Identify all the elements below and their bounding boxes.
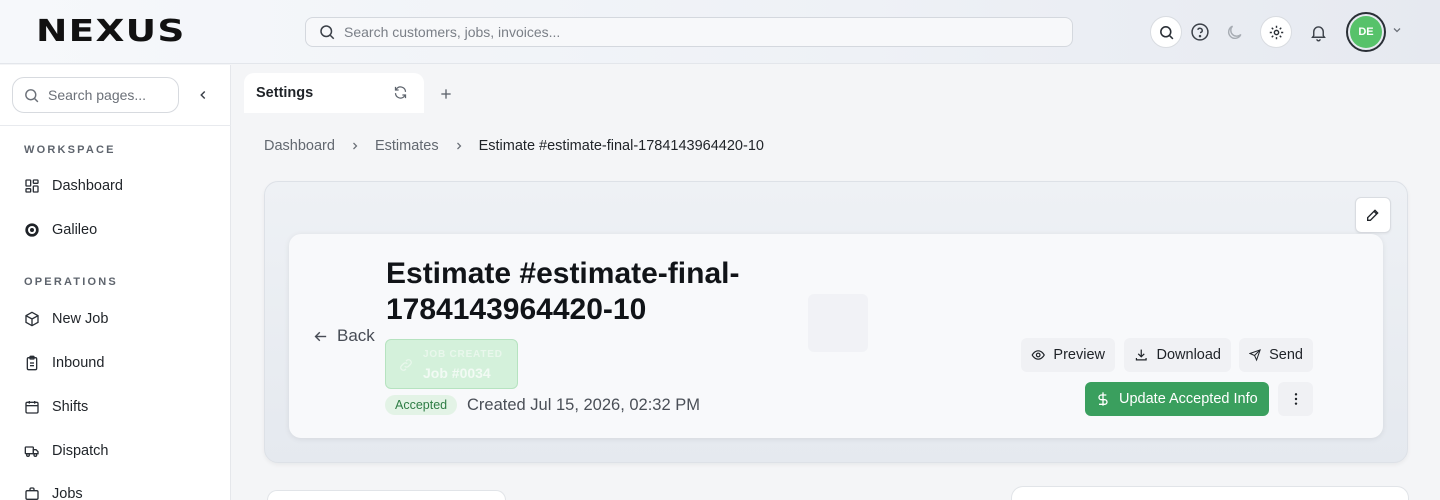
truck-icon	[24, 443, 40, 459]
avatar: DE	[1350, 16, 1382, 48]
clipboard-icon	[24, 355, 40, 371]
top-bar: NEXUS DE	[0, 0, 1440, 64]
theme-toggle-button[interactable]	[1218, 16, 1250, 48]
back-label: Back	[337, 326, 375, 345]
more-options-button[interactable]	[1278, 382, 1313, 416]
sidebar-item-galileo[interactable]: Galileo	[24, 218, 97, 242]
plus-icon[interactable]	[438, 86, 454, 102]
sidebar-item-label: Galileo	[52, 222, 98, 238]
chevron-left-icon	[200, 90, 206, 100]
breadcrumb-estimates[interactable]: Estimates	[375, 138, 439, 154]
created-timestamp: Created Jul 15, 2026, 02:32 PM	[467, 396, 700, 414]
more-vertical-icon	[1294, 393, 1297, 405]
arrow-left-icon	[314, 331, 327, 341]
status-badge: Accepted	[385, 395, 458, 415]
collapse-sidebar-button[interactable]	[193, 85, 213, 105]
help-icon	[1191, 23, 1209, 41]
breadcrumb: Dashboard Estimates Estimate #estimate-f…	[264, 138, 764, 154]
breadcrumb-current: Estimate #estimate-final-1784143964420-1…	[478, 138, 764, 154]
search-icon	[25, 88, 39, 102]
moon-icon	[1227, 25, 1241, 39]
send-label: Send	[1269, 347, 1303, 363]
sidebar-item-dispatch[interactable]: Dispatch	[24, 439, 108, 463]
chevron-right-icon	[453, 140, 465, 152]
preview-label: Preview	[1053, 347, 1105, 363]
sidebar-item-label: Shifts	[52, 399, 89, 415]
update-accepted-info-button[interactable]: Update Accepted Info	[1085, 382, 1269, 416]
nexus-logo[interactable]: NEXUS	[36, 14, 186, 49]
job-badge-label: JOB CREATED	[423, 349, 503, 360]
sidebar-item-inbound[interactable]: Inbound	[24, 351, 104, 375]
help-button[interactable]	[1184, 16, 1216, 48]
sidebar-divider	[0, 125, 231, 126]
calendar-icon	[24, 399, 40, 415]
bell-icon	[1310, 25, 1326, 41]
box-icon	[24, 311, 40, 327]
sidebar-search-input[interactable]	[48, 87, 168, 103]
details-tab-card[interactable]	[267, 490, 506, 500]
sidebar-item-jobs[interactable]: Jobs	[24, 482, 83, 500]
download-button[interactable]: Download	[1124, 338, 1231, 372]
download-icon	[1135, 349, 1147, 361]
download-label: Download	[1156, 347, 1222, 363]
chevron-right-icon	[349, 140, 361, 152]
breadcrumb-dashboard[interactable]: Dashboard	[264, 138, 335, 154]
page-title: Estimate #estimate-final-1784143964420-1…	[386, 257, 740, 326]
dollar-icon	[1098, 392, 1108, 406]
placeholder-image	[808, 294, 868, 352]
sidebar-item-label: New Job	[52, 311, 109, 327]
header-actions	[1150, 16, 1334, 48]
sidebar-item-dashboard[interactable]: Dashboard	[24, 174, 123, 198]
refresh-icon[interactable]	[393, 85, 408, 100]
eye-icon	[1031, 350, 1045, 360]
preview-button[interactable]: Preview	[1021, 338, 1115, 372]
search-icon	[1159, 25, 1173, 39]
section-label-operations: OPERATIONS	[24, 276, 118, 288]
search-button[interactable]	[1150, 16, 1182, 48]
user-avatar-button[interactable]: DE	[1346, 12, 1386, 52]
pencil-icon	[1367, 209, 1379, 221]
target-icon	[24, 222, 40, 238]
tab-settings[interactable]: Settings	[244, 73, 424, 113]
sidebar-item-new-job[interactable]: New Job	[24, 307, 108, 331]
search-icon	[320, 25, 335, 40]
sidebar-item-label: Dispatch	[52, 443, 109, 459]
link-icon	[400, 359, 412, 371]
edit-button[interactable]	[1355, 197, 1391, 233]
section-label-workspace: WORKSPACE	[24, 144, 116, 156]
settings-button[interactable]	[1260, 16, 1292, 48]
send-button[interactable]: Send	[1239, 338, 1313, 372]
global-search-input[interactable]	[344, 24, 1024, 40]
update-accepted-info-label: Update Accepted Info	[1119, 391, 1258, 407]
sidebar-item-shifts[interactable]: Shifts	[24, 395, 88, 419]
global-search[interactable]	[305, 17, 1073, 47]
gear-icon	[1269, 25, 1283, 39]
sidebar-item-label: Jobs	[52, 486, 83, 500]
job-created-badge[interactable]: JOB CREATED Job #0034	[385, 339, 518, 389]
sidebar-search[interactable]	[12, 77, 179, 113]
chevron-down-icon[interactable]	[1391, 24, 1403, 36]
grid-icon	[24, 178, 40, 194]
notifications-button[interactable]	[1302, 16, 1334, 48]
sidebar: WORKSPACE Dashboard Galileo OPERATIONS N…	[0, 65, 231, 500]
sidebar-item-label: Dashboard	[52, 178, 123, 194]
sidebar-item-label: Inbound	[52, 355, 105, 371]
tab-label: Settings	[256, 85, 314, 101]
send-icon	[1249, 349, 1261, 362]
side-panel-card	[1011, 486, 1409, 500]
back-button[interactable]: Back	[312, 326, 375, 346]
briefcase-icon	[24, 486, 40, 500]
job-badge-value: Job #0034	[423, 365, 491, 381]
